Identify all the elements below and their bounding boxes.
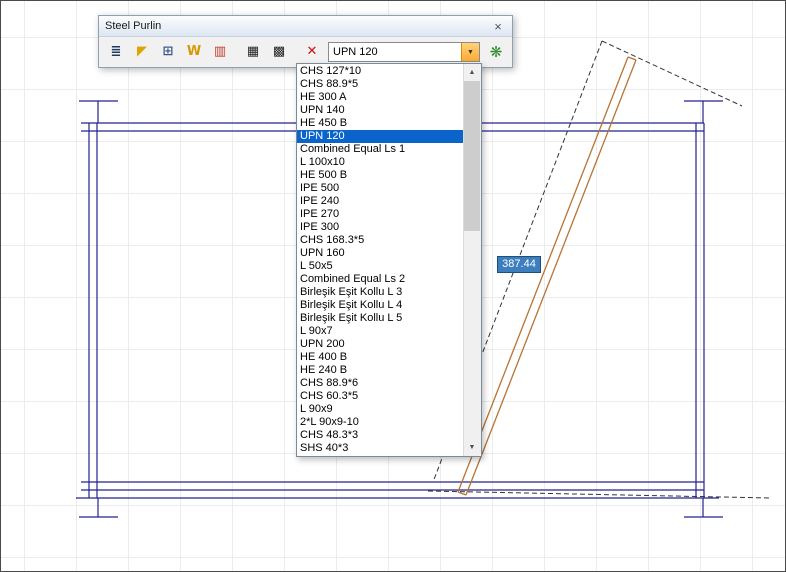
- profile-option[interactable]: IPE 240: [297, 195, 464, 208]
- profile-option[interactable]: L 50x5: [297, 260, 464, 273]
- profile-combobox[interactable]: UPN 120 ▼: [328, 42, 480, 62]
- chevron-down-icon[interactable]: ▼: [461, 43, 479, 61]
- scroll-down-icon[interactable]: ▼: [464, 439, 480, 456]
- profile-option[interactable]: UPN 160: [297, 247, 464, 260]
- profile-option[interactable]: Birleşik Eşit Kollu L 4: [297, 299, 464, 312]
- profile-option[interactable]: UPN 120: [297, 130, 464, 143]
- profile-option[interactable]: Combined Equal Ls 2: [297, 273, 464, 286]
- grid-icon[interactable]: ▩: [267, 41, 291, 63]
- profile-option[interactable]: IPE 270: [297, 208, 464, 221]
- close-icon[interactable]: ×: [490, 19, 506, 34]
- profile-option[interactable]: HE 500 B: [297, 169, 464, 182]
- profile-option[interactable]: CHS 48.3*3: [297, 429, 464, 442]
- profile-option[interactable]: CHS 88.9*5: [297, 78, 464, 91]
- profile-option[interactable]: CHS 60.3*5: [297, 390, 464, 403]
- profile-option[interactable]: HE 240 B: [297, 364, 464, 377]
- profile-option[interactable]: CHS 127*10: [297, 65, 464, 78]
- combobox-value[interactable]: UPN 120: [329, 46, 461, 58]
- toolbar-icon-group: ≣◤⊞W▥ ▦▩ ✕: [103, 41, 325, 63]
- profile-option[interactable]: IPE 300: [297, 221, 464, 234]
- dense-grid-icon[interactable]: ▦: [241, 41, 265, 63]
- profile-option[interactable]: UPN 140: [297, 104, 464, 117]
- profile-option[interactable]: Birleşik Eşit Kollu L 3: [297, 286, 464, 299]
- profile-option[interactable]: HE 450 B: [297, 117, 464, 130]
- dialog-titlebar[interactable]: Steel Purlin ×: [99, 16, 512, 37]
- profile-option-list: CHS 127*10CHS 88.9*5HE 300 AUPN 140HE 45…: [297, 65, 464, 456]
- profile-option[interactable]: CHS 88.9*6: [297, 377, 464, 390]
- profile-option[interactable]: CHS 168.3*5: [297, 234, 464, 247]
- dialog-title: Steel Purlin: [105, 20, 161, 32]
- roof-plane-icon[interactable]: ◤: [130, 41, 154, 63]
- cad-window: 387.44 Steel Purlin × ≣◤⊞W▥ ▦▩ ✕ UPN 120 ▼…: [0, 0, 786, 572]
- dimension-input[interactable]: 387.44: [497, 256, 541, 273]
- profile-option[interactable]: IPE 500: [297, 182, 464, 195]
- wall-hatch-icon[interactable]: ▥: [208, 41, 232, 63]
- profile-option[interactable]: HE 300 A: [297, 91, 464, 104]
- profile-option[interactable]: L 100x10: [297, 156, 464, 169]
- profile-option[interactable]: HE 400 B: [297, 351, 464, 364]
- section-manager-icon[interactable]: ❋: [484, 41, 508, 63]
- profile-option[interactable]: L 90x7: [297, 325, 464, 338]
- profile-dropdown: CHS 127*10CHS 88.9*5HE 300 AUPN 140HE 45…: [296, 63, 482, 457]
- profile-option[interactable]: UPN 200: [297, 338, 464, 351]
- dropdown-scrollbar[interactable]: ▲ ▼: [463, 64, 481, 456]
- delete-icon[interactable]: ✕: [300, 41, 324, 63]
- profile-option[interactable]: Combined Equal Ls 1: [297, 143, 464, 156]
- profile-option[interactable]: Birleşik Eşit Kollu L 5: [297, 312, 464, 325]
- profile-option[interactable]: SHS 40*3: [297, 442, 464, 455]
- bracing-icon[interactable]: ⊞: [156, 41, 180, 63]
- profile-option[interactable]: L 90x9: [297, 403, 464, 416]
- scroll-up-icon[interactable]: ▲: [464, 64, 480, 81]
- steel-purlin-dialog: Steel Purlin × ≣◤⊞W▥ ▦▩ ✕ UPN 120 ▼ ❋: [98, 15, 513, 68]
- profile-option[interactable]: 2*L 90x9-10: [297, 416, 464, 429]
- purlin-lines-icon[interactable]: ≣: [104, 41, 128, 63]
- w-profile-icon[interactable]: W: [182, 41, 206, 63]
- scrollbar-thumb[interactable]: [464, 81, 480, 231]
